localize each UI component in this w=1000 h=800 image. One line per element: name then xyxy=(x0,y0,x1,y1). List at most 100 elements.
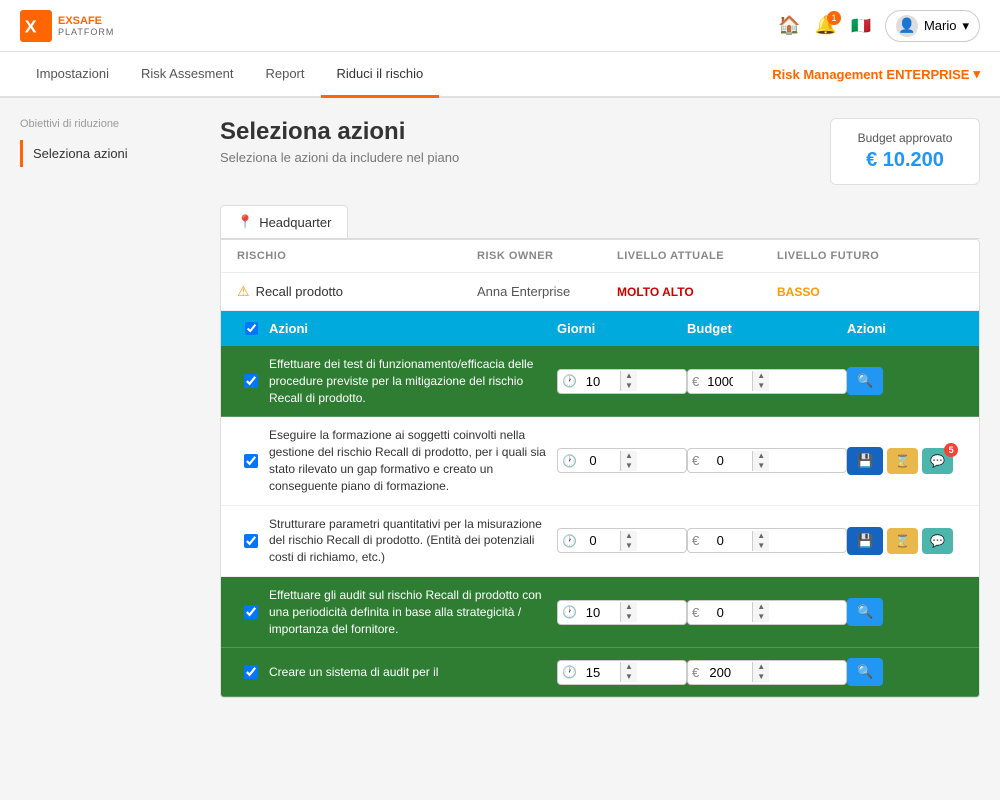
action-4-check-wrap xyxy=(233,605,269,619)
action-1-budget-down[interactable]: ▼ xyxy=(753,381,769,391)
action-5-checkbox[interactable] xyxy=(244,665,258,679)
action-1-check-wrap xyxy=(233,374,269,388)
action-5-budget-down[interactable]: ▼ xyxy=(753,672,769,682)
action-3-giorni-up[interactable]: ▲ xyxy=(621,531,637,541)
action-5-giorni-field[interactable] xyxy=(583,661,618,684)
action-2-budget-up[interactable]: ▲ xyxy=(753,451,769,461)
action-row-4: Effettuare gli audit sul rischio Recall … xyxy=(221,577,979,648)
location-tab-headquarter[interactable]: 📍 Headquarter xyxy=(220,205,348,238)
avatar: 👤 xyxy=(896,15,918,37)
home-button[interactable]: 🏠 xyxy=(778,15,800,36)
action-4-giorni-input: 🕐 ▲ ▼ xyxy=(557,600,687,625)
livello-attuale-badge: MOLTO ALTO xyxy=(617,285,777,299)
logo-icon: X xyxy=(20,10,52,42)
action-1-giorni-down[interactable]: ▼ xyxy=(621,381,637,391)
chevron-down-icon: ▾ xyxy=(962,18,969,34)
nav-impostazioni[interactable]: Impostazioni xyxy=(20,52,125,98)
action-2-giorni-arrows: ▲ ▼ xyxy=(620,451,637,471)
page-header: Seleziona azioni Seleziona le azioni da … xyxy=(220,118,980,185)
risk-management-dropdown[interactable]: Risk Management ENTERPRISE ▾ xyxy=(772,52,980,96)
budget-label: Budget approvato xyxy=(851,131,959,145)
action-2-buttons: 💾 ⌛ 💬 5 xyxy=(847,447,967,475)
nav-report[interactable]: Report xyxy=(249,52,320,98)
action-4-checkbox[interactable] xyxy=(244,605,258,619)
user-menu-button[interactable]: 👤 Mario ▾ xyxy=(885,10,980,42)
action-4-giorni-up[interactable]: ▲ xyxy=(621,602,637,612)
action-2-budget-input: € ▲ ▼ xyxy=(687,448,847,473)
action-1-search-button[interactable]: 🔍 xyxy=(847,367,883,395)
action-3-budget-down[interactable]: ▼ xyxy=(753,541,769,551)
table-header: RISCHIO RISK OWNER LIVELLO ATTUALE LIVEL… xyxy=(221,240,979,273)
action-5-budget-field[interactable] xyxy=(705,661,750,684)
action-3-save-button[interactable]: 💾 xyxy=(847,527,883,555)
action-4-budget-down[interactable]: ▼ xyxy=(753,612,769,622)
action-4-giorni-down[interactable]: ▼ xyxy=(621,612,637,622)
action-2-checkbox[interactable] xyxy=(244,454,258,468)
action-5-giorni-up[interactable]: ▲ xyxy=(621,662,637,672)
action-2-save-button[interactable]: 💾 xyxy=(847,447,883,475)
action-2-budget-field[interactable] xyxy=(705,449,750,472)
language-flag[interactable]: 🇮🇹 xyxy=(851,16,871,36)
action-2-giorni-down[interactable]: ▼ xyxy=(621,461,637,471)
risk-table: RISCHIO RISK OWNER LIVELLO ATTUALE LIVEL… xyxy=(220,239,980,698)
location-tab-label: Headquarter xyxy=(259,215,331,230)
action-4-budget-up[interactable]: ▲ xyxy=(753,602,769,612)
page-subtitle: Seleziona le azioni da includere nel pia… xyxy=(220,150,459,165)
action-5-budget-arrows: ▲ ▼ xyxy=(752,662,769,682)
action-2-desc: Eseguire la formazione ai soggetti coinv… xyxy=(269,427,557,494)
clock-icon-2: 🕐 xyxy=(558,454,581,468)
action-3-hourglass-button[interactable]: ⌛ xyxy=(887,528,918,554)
action-2-giorni-input: 🕐 ▲ ▼ xyxy=(557,448,687,473)
action-2-budget-down[interactable]: ▼ xyxy=(753,461,769,471)
action-3-giorni-down[interactable]: ▼ xyxy=(621,541,637,551)
action-5-giorni-down[interactable]: ▼ xyxy=(621,672,637,682)
action-5-budget-up[interactable]: ▲ xyxy=(753,662,769,672)
action-1-budget-field[interactable] xyxy=(705,370,750,393)
action-1-budget-up[interactable]: ▲ xyxy=(753,371,769,381)
chevron-down-icon: ▾ xyxy=(973,66,980,82)
action-5-giorni-input: 🕐 ▲ ▼ xyxy=(557,660,687,685)
svg-text:X: X xyxy=(25,16,37,36)
action-2-chat-button[interactable]: 💬 5 xyxy=(922,448,953,474)
action-3-checkbox[interactable] xyxy=(244,534,258,548)
action-3-budget-up[interactable]: ▲ xyxy=(753,531,769,541)
action-3-giorni: 🕐 ▲ ▼ xyxy=(557,528,687,553)
actions-check-col xyxy=(233,322,269,335)
action-3-giorni-field[interactable] xyxy=(583,529,618,552)
action-2-giorni-field[interactable] xyxy=(583,449,618,472)
action-4-search-button[interactable]: 🔍 xyxy=(847,598,883,626)
action-1-buttons: 🔍 xyxy=(847,367,967,395)
main-nav-items: Impostazioni Risk Assesment Report Riduc… xyxy=(20,52,439,96)
risk-data-row: ⚠ Recall prodotto Anna Enterprise MOLTO … xyxy=(221,273,979,311)
action-4-giorni-field[interactable] xyxy=(583,601,618,624)
main-nav: Impostazioni Risk Assesment Report Riduc… xyxy=(0,52,1000,98)
action-3-budget-field[interactable] xyxy=(705,529,750,552)
euro-icon-4: € xyxy=(688,605,703,620)
action-5-search-button[interactable]: 🔍 xyxy=(847,658,883,686)
clock-icon-4: 🕐 xyxy=(558,605,581,619)
action-1-budget: € ▲ ▼ xyxy=(687,369,847,394)
action-1-giorni-arrows: ▲ ▼ xyxy=(620,371,637,391)
action-2-check-wrap xyxy=(233,454,269,468)
clock-icon-3: 🕐 xyxy=(558,534,581,548)
action-3-chat-button[interactable]: 💬 xyxy=(922,528,953,554)
sidebar-item-seleziona-azioni[interactable]: Seleziona azioni xyxy=(20,140,200,167)
location-pin-icon: 📍 xyxy=(237,214,253,230)
action-1-giorni-up[interactable]: ▲ xyxy=(621,371,637,381)
action-1-giorni: 🕐 ▲ ▼ xyxy=(557,369,687,394)
euro-icon: € xyxy=(688,374,703,389)
select-all-checkbox[interactable] xyxy=(245,322,258,335)
nav-risk-assesment[interactable]: Risk Assesment xyxy=(125,52,249,98)
action-2-giorni-up[interactable]: ▲ xyxy=(621,451,637,461)
action-4-budget-field[interactable] xyxy=(705,601,750,624)
action-1-checkbox[interactable] xyxy=(244,374,258,388)
action-1-budget-input: € ▲ ▼ xyxy=(687,369,847,394)
user-name: Mario xyxy=(924,18,957,33)
action-row-2: Eseguire la formazione ai soggetti coinv… xyxy=(221,417,979,505)
action-2-hourglass-button[interactable]: ⌛ xyxy=(887,448,918,474)
nav-riduci-rischio[interactable]: Riduci il rischio xyxy=(321,52,440,98)
col-rischio: RISCHIO xyxy=(237,250,477,262)
action-1-giorni-field[interactable] xyxy=(583,370,618,393)
budget-box: Budget approvato € 10.200 xyxy=(830,118,980,185)
action-2-budget: € ▲ ▼ xyxy=(687,448,847,473)
